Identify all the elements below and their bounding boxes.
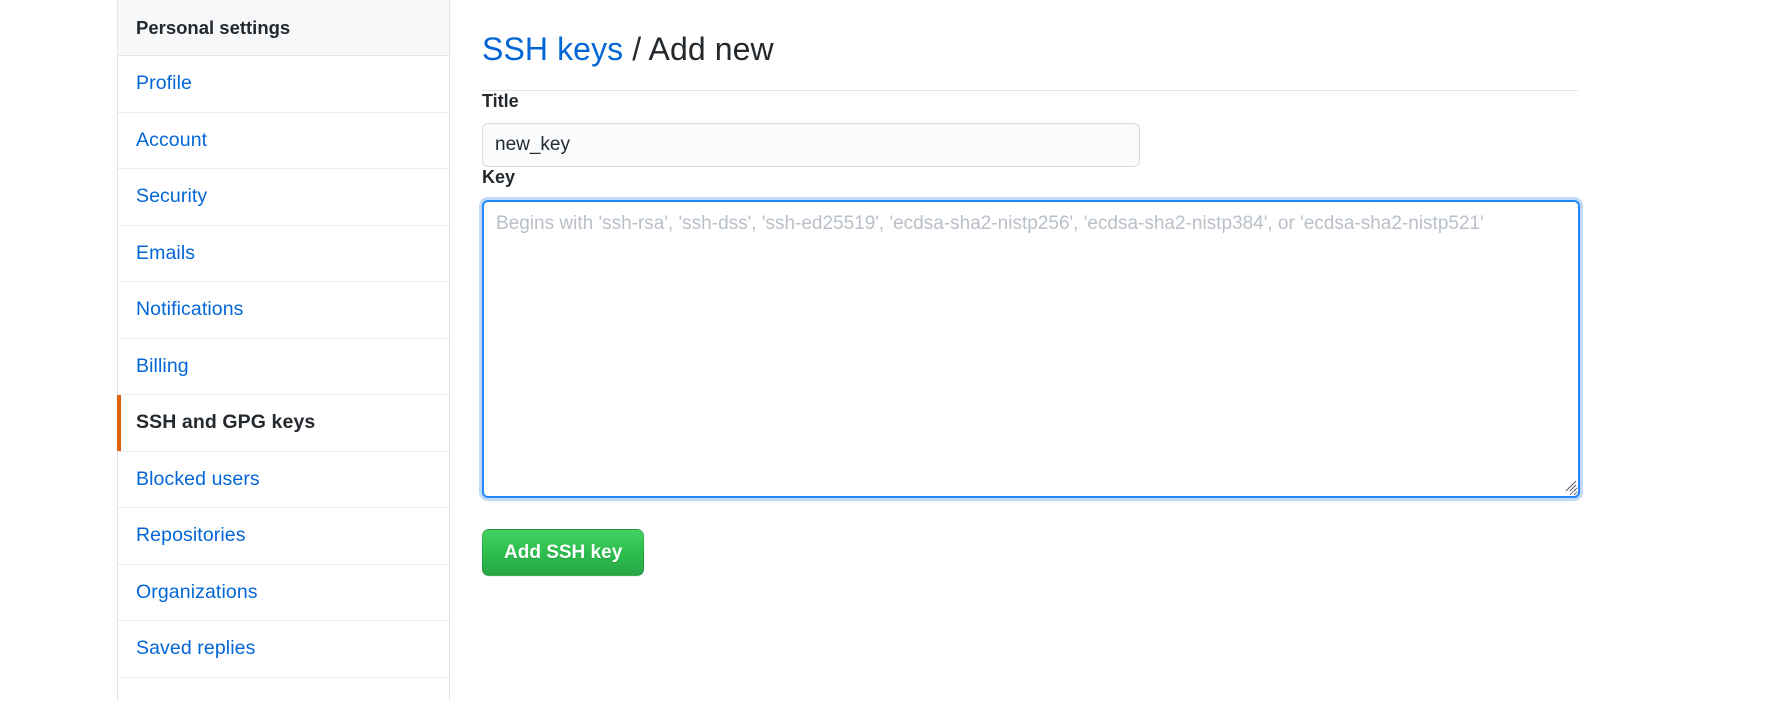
sidebar-item-label: Security <box>136 185 208 208</box>
sidebar-item-label: SSH and GPG keys <box>136 411 316 434</box>
page-title: SSH keys / Add new <box>482 21 1582 68</box>
sidebar-item-profile[interactable]: Profile <box>118 56 449 113</box>
sidebar-item-account[interactable]: Account <box>118 112 449 169</box>
sidebar-item-label: Repositories <box>136 524 246 547</box>
breadcrumb-current: Add new <box>648 31 774 68</box>
sidebar-item-label: Notifications <box>136 298 244 321</box>
ssh-key-textarea[interactable] <box>482 200 1580 499</box>
sidebar-item-label: Billing <box>136 354 189 377</box>
sidebar-item-blocked-users[interactable]: Blocked users <box>118 451 449 508</box>
sidebar-item-label: Saved replies <box>136 637 256 660</box>
key-field-label: Key <box>482 167 516 188</box>
form-actions: Add SSH key <box>482 529 1582 577</box>
sidebar-item-label: Organizations <box>136 580 258 603</box>
sidebar-item-label: Emails <box>136 241 196 264</box>
sidebar-item-label: Blocked users <box>136 467 260 490</box>
key-textarea-wrapper <box>482 200 1582 499</box>
sidebar-item-notifications[interactable]: Notifications <box>118 282 449 339</box>
sidebar-header: Personal settings <box>118 0 449 56</box>
sidebar-item-saved-replies[interactable]: Saved replies <box>118 621 449 678</box>
sidebar-item-repositories[interactable]: Repositories <box>118 508 449 565</box>
breadcrumb-separator: / <box>632 31 642 68</box>
sidebar-item-emails[interactable]: Emails <box>118 225 449 282</box>
sidebar-item-ssh-and-gpg-keys[interactable]: SSH and GPG keys <box>117 395 449 452</box>
ssh-keys-breadcrumb-link[interactable]: SSH keys <box>482 31 623 67</box>
title-field-label: Title <box>482 90 519 111</box>
sidebar-item-billing[interactable]: Billing <box>118 338 449 395</box>
sidebar-item-label: Profile <box>136 72 192 95</box>
heading-divider <box>482 89 1578 91</box>
settings-page: Personal settings Profile Account Securi… <box>0 0 1768 701</box>
ssh-key-add-form: SSH keys / Add new Title Key Add SSH key <box>482 0 1582 577</box>
sidebar-item-security[interactable]: Security <box>118 169 449 226</box>
ssh-key-title-input[interactable] <box>482 123 1140 168</box>
sidebar-item-overflow[interactable] <box>118 677 449 701</box>
sidebar-item-organizations[interactable]: Organizations <box>118 564 449 621</box>
add-ssh-key-button[interactable]: Add SSH key <box>482 529 645 577</box>
personal-settings-sidebar: Personal settings Profile Account Securi… <box>117 0 450 701</box>
sidebar-item-label: Account <box>136 128 208 151</box>
